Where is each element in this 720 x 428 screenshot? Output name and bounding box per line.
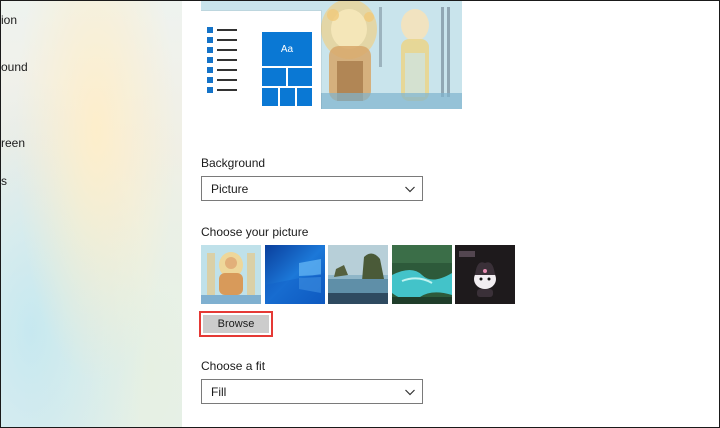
picture-thumbnail-3[interactable] (328, 245, 388, 304)
picture-thumbnail-1[interactable] (201, 245, 261, 304)
windows-blue-thumbnail-icon (264, 245, 325, 304)
background-dropdown[interactable]: Picture (201, 176, 423, 201)
sidebar-item-background[interactable]: ound (1, 60, 28, 74)
desktop-preview: Aa (201, 1, 462, 109)
buddhist-art-thumbnail-icon (201, 245, 261, 304)
recent-pictures-list (201, 245, 519, 304)
preview-tiles: Aa (261, 31, 313, 107)
settings-sidebar: ion ound reen s (1, 1, 182, 427)
chevron-down-icon (405, 389, 415, 396)
sidebar-item-lock-screen[interactable]: reen (1, 136, 25, 150)
sidebar-item-label: ion (1, 13, 18, 27)
picture-thumbnail-4[interactable] (391, 245, 452, 304)
settings-window: ion ound reen s Aa Background Picture Ch… (0, 0, 720, 428)
river-stream-thumbnail-icon (391, 245, 452, 304)
choose-picture-label: Choose your picture (201, 225, 309, 239)
background-dropdown-value: Picture (211, 181, 249, 196)
preview-list (207, 25, 243, 95)
background-label: Background (201, 156, 266, 170)
fit-dropdown-value: Fill (211, 384, 227, 399)
browse-button[interactable]: Browse (203, 315, 269, 333)
browse-highlight: Browse (199, 311, 273, 337)
picture-thumbnail-5[interactable] (455, 245, 515, 304)
kuromi-dark-thumbnail-icon (455, 245, 515, 304)
preview-sample-window: Aa (201, 11, 321, 109)
fit-dropdown[interactable]: Fill (201, 379, 423, 404)
beach-rocks-thumbnail-icon (328, 245, 388, 304)
chevron-down-icon (405, 186, 415, 193)
sidebar-item-label: ound (1, 60, 28, 74)
background-settings-pane: Aa Background Picture Choose your pictur… (182, 1, 719, 427)
sidebar-item-label: reen (1, 136, 26, 150)
sidebar-item-personalization[interactable]: ion (1, 13, 17, 27)
sidebar-item-label: s (1, 174, 7, 188)
preview-tile-large: Aa (261, 31, 313, 67)
picture-thumbnail-2[interactable] (264, 245, 325, 304)
choose-fit-label: Choose a fit (201, 359, 266, 373)
sidebar-item-themes[interactable]: s (1, 174, 7, 188)
